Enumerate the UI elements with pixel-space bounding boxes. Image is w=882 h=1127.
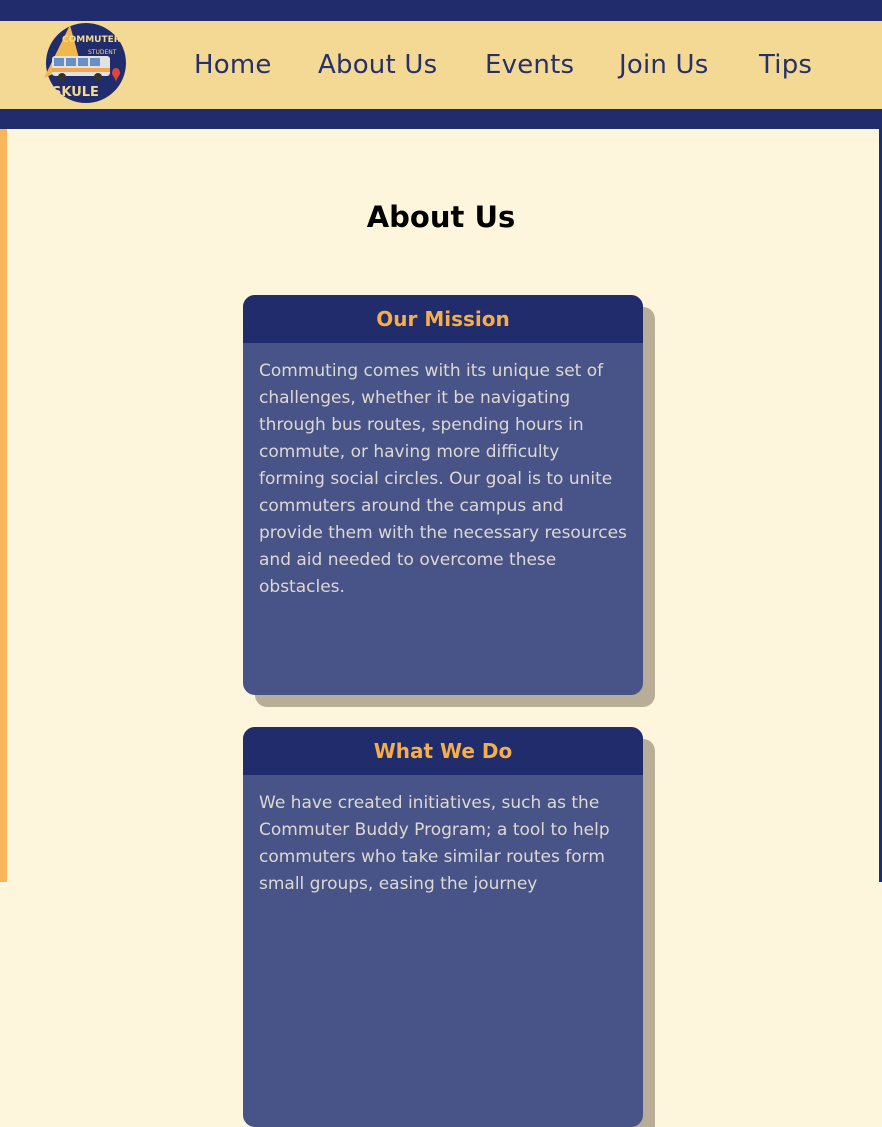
nav-join-us[interactable]: Join Us — [619, 48, 709, 82]
logo-text-top: COMMUTER — [62, 35, 121, 45]
logo[interactable]: COMMUTER STUDENT SKULE — [40, 22, 128, 104]
logo-text-bottom: SKULE — [52, 85, 99, 100]
navbar-bottom-border — [0, 109, 882, 129]
logo-icon: COMMUTER STUDENT SKULE — [44, 23, 126, 103]
what-we-do-card: What We Do We have created initiatives, … — [243, 727, 643, 1127]
left-accent-bar — [0, 129, 7, 882]
mission-card: Our Mission Commuting comes with its uni… — [243, 295, 643, 695]
mission-card-title: Our Mission — [243, 295, 643, 343]
mission-card-body: Commuting comes with its unique set of c… — [259, 361, 627, 597]
logo-text-mid: STUDENT — [88, 49, 117, 56]
what-we-do-card-title: What We Do — [243, 727, 643, 775]
nav-about-us[interactable]: About Us — [318, 48, 437, 82]
page-title: About Us — [366, 200, 516, 234]
navbar — [0, 21, 882, 109]
nav-tips[interactable]: Tips — [759, 48, 812, 82]
top-strip — [0, 0, 882, 21]
what-we-do-card-body: We have created initiatives, such as the… — [259, 793, 610, 894]
nav-events[interactable]: Events — [485, 48, 574, 82]
nav-home[interactable]: Home — [194, 48, 272, 82]
